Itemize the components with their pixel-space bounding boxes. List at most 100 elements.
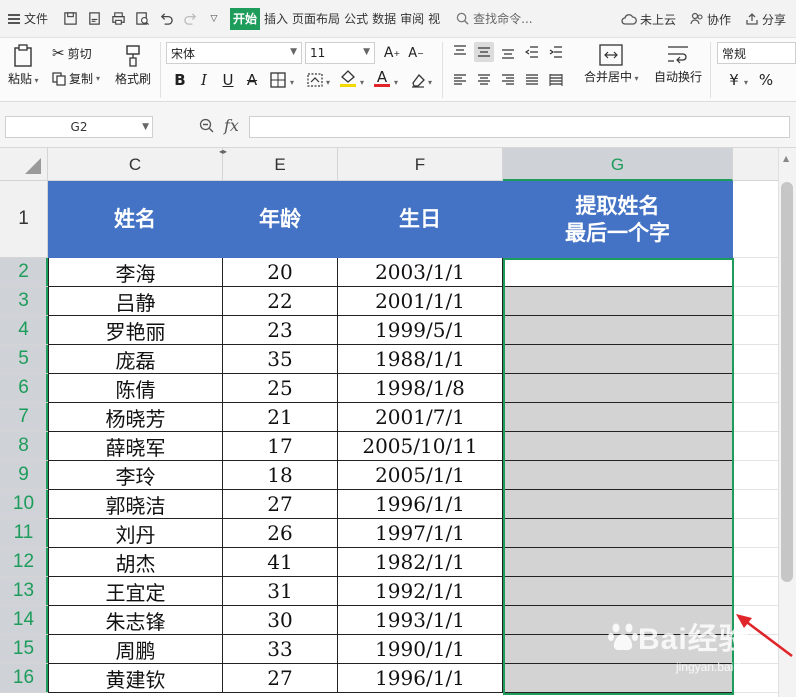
font-size-combo[interactable]: 11 ▼ [305,42,375,64]
merge-center-button[interactable]: 合并居中 ▾ [584,44,639,85]
cell-birthday[interactable]: 1992/1/1 [338,577,503,606]
currency-format-button[interactable]: ¥ [724,70,744,90]
select-all-corner[interactable] [0,148,48,181]
border-icon[interactable] [268,70,288,90]
column-header-e[interactable]: E [223,148,338,181]
row-header[interactable]: 10 [0,490,48,519]
save-icon[interactable] [62,11,78,27]
cell-birthday[interactable]: 2005/1/1 [338,461,503,490]
paste-button[interactable]: 粘贴 ▾ [8,44,39,87]
cell-birthday[interactable]: 1997/1/1 [338,519,503,548]
empty-cell[interactable] [733,374,778,403]
cell-birthday[interactable]: 1999/5/1 [338,316,503,345]
distributed-align-icon[interactable] [546,70,566,90]
cell-name[interactable]: 薛晓军 [48,432,223,461]
row-header[interactable]: 8 [0,432,48,461]
file-menu[interactable]: 文件 [0,6,56,32]
row-header[interactable]: 11 [0,519,48,548]
scroll-up-arrow-icon[interactable]: ▲ [783,154,789,163]
header-cell-birthday[interactable]: 生日 [338,181,503,258]
format-painter-button[interactable]: 格式刷 [115,44,151,87]
header-cell-name[interactable]: 姓名 [48,181,223,258]
row-header[interactable]: 13 [0,577,48,606]
export-pdf-icon[interactable] [86,11,102,27]
row-header[interactable]: 16 [0,664,48,693]
cell-age[interactable]: 41 [223,548,338,577]
print-icon[interactable] [110,11,126,27]
cloud-status-button[interactable]: 未上云 [621,11,676,28]
cell-name[interactable]: 杨晓芳 [48,403,223,432]
row-header[interactable]: 3 [0,287,48,316]
undo-icon[interactable] [158,11,174,27]
cell-extract[interactable] [503,345,733,374]
cell-extract[interactable] [503,461,733,490]
cell-birthday[interactable]: 2001/1/1 [338,287,503,316]
redo-icon[interactable] [182,11,198,27]
cell-age[interactable]: 21 [223,403,338,432]
cell-age[interactable]: 33 [223,635,338,664]
cell-name[interactable]: 李玲 [48,461,223,490]
active-cell-g2[interactable] [503,258,733,287]
cell-age[interactable]: 31 [223,577,338,606]
cell-birthday[interactable]: 2005/10/11 [338,432,503,461]
cell-birthday[interactable]: 1996/1/1 [338,664,503,693]
decrease-font-icon[interactable]: A − [406,43,426,63]
hidden-column-marker[interactable]: ◂▸ [217,148,229,156]
cell-name[interactable]: 郭晓洁 [48,490,223,519]
strikethrough-icon[interactable]: A [242,70,262,90]
empty-cell[interactable] [733,432,778,461]
underline-icon[interactable]: U [218,70,238,90]
cell-birthday[interactable]: 1993/1/1 [338,606,503,635]
cell-birthday[interactable]: 1988/1/1 [338,345,503,374]
cell-extract[interactable] [503,432,733,461]
row-header[interactable]: 5 [0,345,48,374]
cell-age[interactable]: 27 [223,664,338,693]
row-header[interactable]: 6 [0,374,48,403]
row-header[interactable]: 14 [0,606,48,635]
cell-birthday[interactable]: 2003/1/1 [338,258,503,287]
decrease-indent-icon[interactable] [522,42,542,62]
fill-style-icon[interactable] [305,70,325,90]
cell-extract[interactable] [503,519,733,548]
justify-icon[interactable] [522,70,542,90]
formula-input[interactable] [249,116,790,138]
clear-format-dropdown-icon[interactable]: ▾ [428,78,432,87]
row-header[interactable]: 4 [0,316,48,345]
collaborate-button[interactable]: 协作 [690,11,731,28]
cell-age[interactable]: 22 [223,287,338,316]
cell-extract[interactable] [503,374,733,403]
font-name-combo[interactable]: 宋体 ▼ [166,42,302,64]
cell-name[interactable]: 周鹏 [48,635,223,664]
column-header-f[interactable]: F [338,148,503,181]
empty-cell[interactable] [733,548,778,577]
bold-icon[interactable]: B [170,70,190,90]
copy-button[interactable]: 复制 ▾ [52,70,100,87]
font-color-icon[interactable]: A [372,68,392,88]
cell-age[interactable]: 17 [223,432,338,461]
cell-extract[interactable] [503,316,733,345]
cell-birthday[interactable]: 1998/1/8 [338,374,503,403]
row-header[interactable]: 9 [0,461,48,490]
wrap-text-button[interactable]: 自动换行 [654,44,702,85]
cell-age[interactable]: 27 [223,490,338,519]
empty-cell[interactable] [733,490,778,519]
fill-style-dropdown-icon[interactable]: ▾ [326,78,330,87]
column-header-c[interactable]: C [48,148,223,181]
empty-cell[interactable] [733,258,778,287]
cell-extract[interactable] [503,287,733,316]
empty-cell[interactable] [733,316,778,345]
zoom-icon[interactable] [199,118,214,137]
tab-formulas[interactable]: 公式 [342,8,370,30]
increase-font-icon[interactable]: A + [382,43,402,63]
empty-cell[interactable] [733,461,778,490]
cell-name[interactable]: 王宜定 [48,577,223,606]
row-header[interactable]: 1 [0,181,48,258]
tab-review[interactable]: 审阅 [398,8,426,30]
fill-color-dropdown-icon[interactable]: ▾ [360,78,364,87]
name-box[interactable]: G2 ▼ [5,116,153,138]
cell-birthday[interactable]: 1990/1/1 [338,635,503,664]
tab-data[interactable]: 数据 [370,8,398,30]
cell-name[interactable]: 吕静 [48,287,223,316]
clear-format-icon[interactable] [408,70,428,90]
row-header[interactable]: 2 [0,258,48,287]
